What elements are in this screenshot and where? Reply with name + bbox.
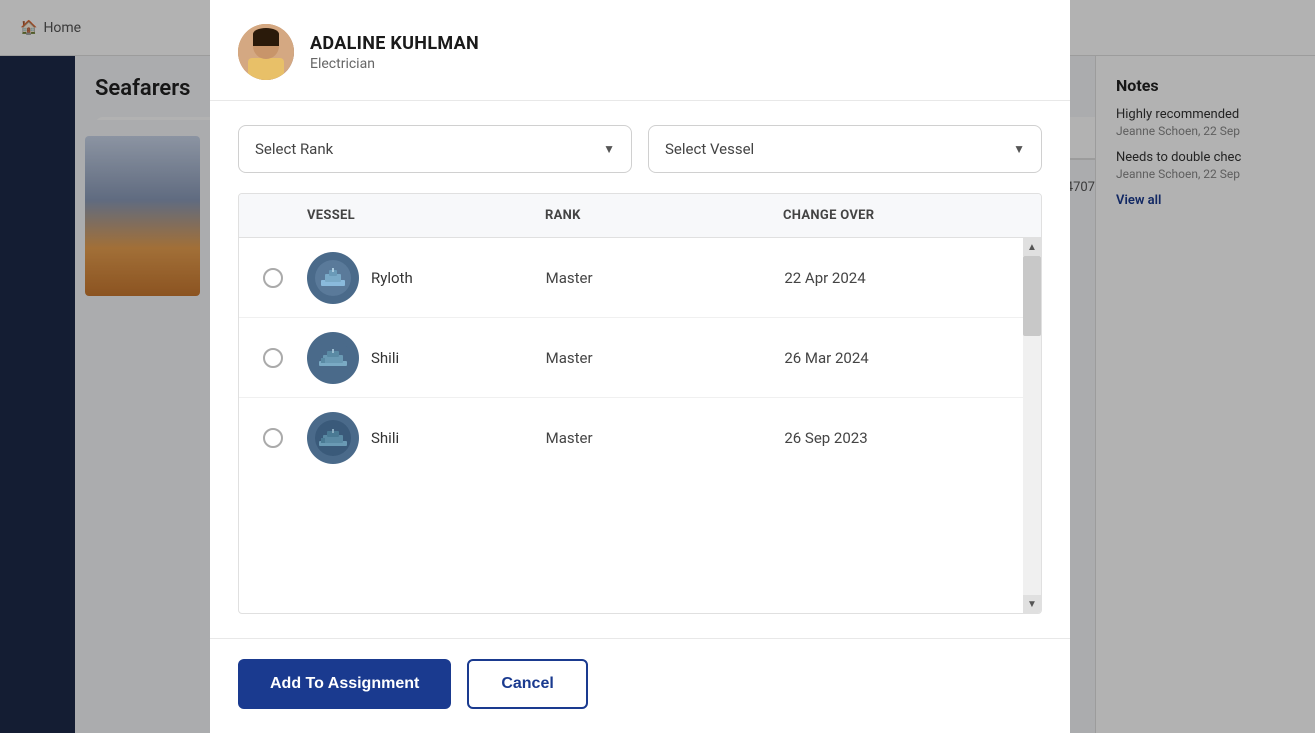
row-3-radio[interactable] (263, 428, 283, 448)
row-3-vessel-cell: Shili (299, 404, 538, 472)
rank-select[interactable]: Select Rank ▼ (238, 125, 632, 173)
row-2-radio[interactable] (263, 348, 283, 368)
avatar-face (238, 24, 294, 80)
table-header: VESSEL RANK CHANGE OVER (239, 194, 1041, 238)
row-1-radio-cell[interactable] (247, 268, 299, 288)
table-header-rank: RANK (537, 194, 775, 237)
row-3-radio-cell[interactable] (247, 428, 299, 448)
row-1-vessel-thumbnail (307, 252, 359, 304)
add-to-assignment-button[interactable]: Add To Assignment (238, 659, 451, 709)
row-1-changeover: 22 Apr 2024 (776, 261, 1015, 295)
avatar-image (238, 24, 294, 80)
row-3-changeover: 26 Sep 2023 (776, 421, 1015, 455)
rank-chevron-down-icon: ▼ (603, 142, 615, 156)
modal-body: Select Rank ▼ Select Vessel ▼ VESSEL RAN… (210, 101, 1070, 638)
row-3-vessel-name: Shili (371, 429, 399, 447)
table-header-select (247, 194, 299, 237)
row-2-rank: Master (538, 341, 777, 375)
row-2-vessel-cell: Shili (299, 324, 538, 392)
table-header-changeover: CHANGE OVER (775, 194, 1013, 237)
row-1-radio[interactable] (263, 268, 283, 288)
row-1-vessel-name: Ryloth (371, 269, 413, 287)
row-2-changeover: 26 Mar 2024 (776, 341, 1015, 375)
cancel-button[interactable]: Cancel (467, 659, 587, 709)
row-1-vessel-cell: Ryloth (299, 244, 538, 312)
modal-header: ADALINE KUHLMAN Electrician (210, 0, 1070, 101)
table-row: Shili Master 26 Mar 2024 (239, 318, 1023, 398)
modal-user-role: Electrician (310, 56, 479, 72)
table-row: Shili Master 26 Sep 2023 (239, 398, 1023, 478)
vessel-select[interactable]: Select Vessel ▼ (648, 125, 1042, 173)
filters-row: Select Rank ▼ Select Vessel ▼ (238, 125, 1042, 173)
modal-user-name: ADALINE KUHLMAN (310, 33, 479, 54)
row-2-radio-cell[interactable] (247, 348, 299, 368)
assignments-table: VESSEL RANK CHANGE OVER (238, 193, 1042, 614)
vessel-select-label: Select Vessel (665, 140, 754, 158)
modal-footer: Add To Assignment Cancel (210, 638, 1070, 733)
table-row: Ryloth Master 22 Apr 2024 (239, 238, 1023, 318)
row-2-vessel-thumbnail (307, 332, 359, 384)
modal-user-info: ADALINE KUHLMAN Electrician (310, 33, 479, 72)
user-avatar (238, 24, 294, 80)
row-1-rank: Master (538, 261, 777, 295)
scroll-up-arrow[interactable]: ▲ (1023, 238, 1041, 256)
rank-select-label: Select Rank (255, 140, 333, 158)
scrollbar-track: ▲ ▼ (1023, 238, 1041, 613)
scrollbar-thumb[interactable] (1023, 256, 1041, 336)
assignment-modal: ADALINE KUHLMAN Electrician Select Rank … (210, 0, 1070, 733)
scroll-down-arrow[interactable]: ▼ (1023, 595, 1041, 613)
row-3-rank: Master (538, 421, 777, 455)
row-3-vessel-thumbnail (307, 412, 359, 464)
table-header-vessel: VESSEL (299, 194, 537, 237)
row-2-vessel-name: Shili (371, 349, 399, 367)
vessel-chevron-down-icon: ▼ (1013, 142, 1025, 156)
